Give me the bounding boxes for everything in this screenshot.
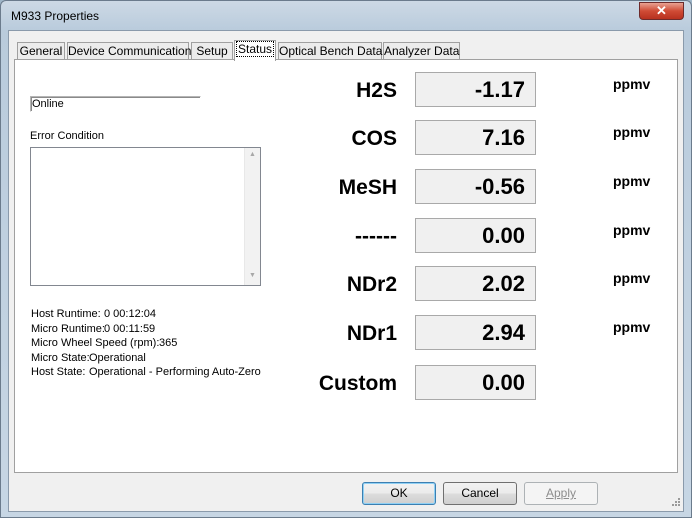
connection-status-field: Online — [30, 96, 201, 112]
micro-runtime-label: Micro Runtime: — [31, 323, 105, 335]
resize-grip-icon[interactable] — [669, 497, 681, 509]
host-state-label: Host State: — [31, 366, 86, 378]
dialog-client-area: General Device Communication Setup Statu… — [8, 30, 684, 512]
scroll-down-arrow-icon[interactable]: ▼ — [249, 272, 256, 279]
scroll-up-arrow-icon[interactable]: ▲ — [249, 151, 256, 158]
window-title: M933 Properties — [11, 9, 100, 23]
micro-wheel-speed-label: Micro Wheel Speed (rpm): — [31, 337, 160, 349]
gas-name-ndr1: NDr1 — [346, 322, 397, 345]
gas-unit-mesh: ppmv — [613, 173, 651, 189]
title-bar[interactable]: M933 Properties ✕ — [1, 1, 691, 31]
host-runtime-row: Host Runtime: 0 00:12:04 — [31, 307, 156, 321]
close-button[interactable]: ✕ — [639, 2, 684, 20]
tab-general[interactable]: General — [17, 42, 65, 60]
close-icon: ✕ — [656, 3, 667, 18]
host-runtime-label: Host Runtime: — [31, 308, 101, 320]
micro-runtime-value: 0 00:11:59 — [104, 323, 156, 335]
gas-unit-ndr2: ppmv — [613, 270, 651, 286]
micro-runtime-row: Micro Runtime: 0 00:11:59 — [31, 322, 155, 336]
error-condition-textbox[interactable]: ▲ ▼ — [30, 147, 261, 286]
gas-value-mesh: -0.56 — [415, 169, 536, 204]
apply-button[interactable]: Apply — [524, 482, 598, 505]
micro-state-value: Operational — [89, 352, 146, 364]
gas-name-mesh: MeSH — [338, 176, 397, 199]
gas-name-ndr2: NDr2 — [346, 273, 397, 296]
tab-device-communication[interactable]: Device Communication — [67, 42, 191, 60]
tab-status[interactable]: Status — [234, 40, 276, 61]
host-state-value: Operational - Performing Auto-Zero — [89, 366, 261, 378]
properties-window: M933 Properties ✕ General Device Communi… — [0, 0, 692, 518]
gas-value-ndr2: 2.02 — [415, 266, 536, 301]
tab-setup[interactable]: Setup — [191, 42, 233, 60]
tab-optical-bench-data[interactable]: Optical Bench Data — [278, 42, 382, 60]
status-tab-panel: Online Error Condition ▲ ▼ Host Runtime:… — [14, 59, 678, 473]
error-scrollbar[interactable]: ▲ ▼ — [244, 148, 260, 285]
gas-name-blank: ------ — [355, 225, 397, 248]
gas-name-cos: COS — [351, 127, 397, 150]
gas-value-ndr1: 2.94 — [415, 315, 536, 350]
gas-unit-ndr1: ppmv — [613, 319, 651, 335]
host-runtime-value: 0 00:12:04 — [104, 308, 156, 320]
micro-wheel-speed-value: 365 — [159, 337, 178, 349]
gas-unit-cos: ppmv — [613, 124, 651, 140]
gas-unit-h2s: ppmv — [613, 76, 651, 92]
micro-state-row: Micro State: Operational — [31, 351, 146, 365]
gas-name-custom: Custom — [318, 372, 397, 395]
micro-wheel-speed-row: Micro Wheel Speed (rpm): 365 — [31, 336, 177, 350]
cancel-button[interactable]: Cancel — [443, 482, 517, 505]
tab-analyzer-data[interactable]: Analyzer Data — [383, 42, 460, 60]
gas-value-blank: 0.00 — [415, 218, 536, 253]
error-condition-label: Error Condition — [30, 130, 104, 142]
gas-name-h2s: H2S — [356, 79, 397, 102]
host-state-row: Host State: Operational - Performing Aut… — [31, 365, 261, 379]
gas-value-cos: 7.16 — [415, 120, 536, 155]
gas-unit-blank: ppmv — [613, 222, 651, 238]
ok-button[interactable]: OK — [362, 482, 436, 505]
gas-value-custom: 0.00 — [415, 365, 536, 400]
micro-state-label: Micro State: — [31, 352, 90, 364]
gas-value-h2s: -1.17 — [415, 72, 536, 107]
